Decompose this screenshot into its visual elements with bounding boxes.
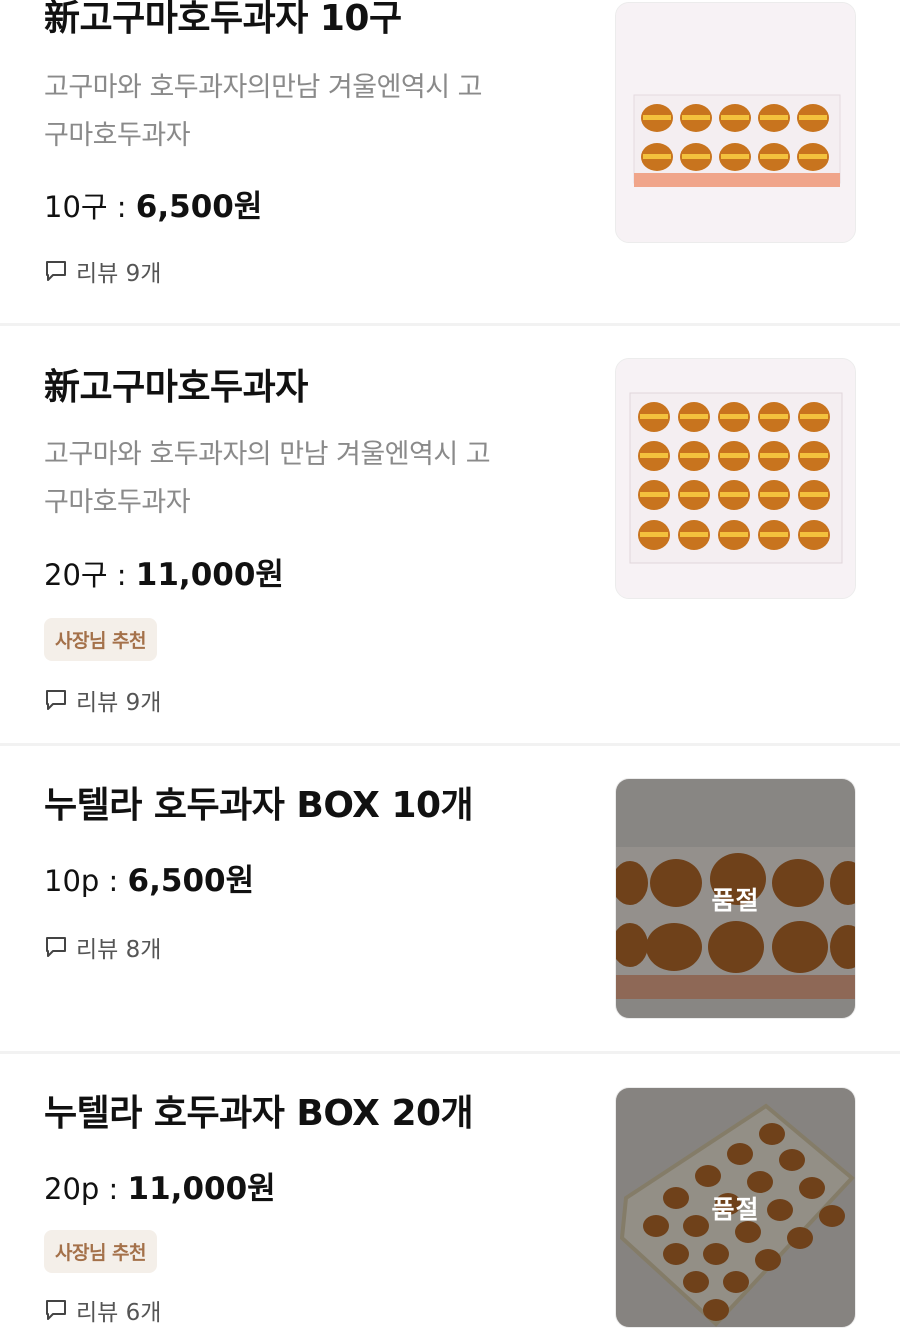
walnut-cake-box-icon [616,3,855,242]
owner-recommend-badge: 사장님 추천 [44,618,158,662]
speech-bubble-icon [44,688,68,712]
menu-item-description: 고구마와 호두과자의만남 겨울엔역시 고구마호두과자 [44,72,483,152]
menu-item-sweet-potato-walnut-20[interactable]: 新고구마호두과자 고구마와 호두과자의 만남 겨울엔역시 고구마호두과자 20구… [0,326,900,746]
sold-out-overlay: 품절 [616,1088,855,1327]
walnut-cake-box-icon [616,359,855,598]
menu-item-nutella-walnut-10[interactable]: 누텔라 호두과자 BOX 10개 10p : 6,500원 리뷰 8개 품절 [0,746,900,1054]
menu-item-name: 누텔라 호두과자 BOX 10개 [44,785,474,826]
review-count[interactable]: 리뷰 8개 [44,930,574,964]
menu-item-info: 누텔라 호두과자 BOX 10개 10p : 6,500원 리뷰 8개 [44,784,574,964]
review-count-label: 리뷰 8개 [76,937,162,964]
price-quantity-label: 10구 : [44,190,136,225]
sold-out-overlay: 품절 [616,779,855,1018]
menu-item-price: 10구 : 6,500원 [44,181,574,226]
menu-item-image[interactable] [615,2,856,243]
price-value: 6,500원 [135,189,263,226]
menu-item-name: 新고구마호두과자 10구 [44,0,402,39]
review-count[interactable]: 리뷰 9개 [44,254,574,288]
sold-out-label: 품절 [711,885,760,915]
review-count-label: 리뷰 9개 [76,261,162,288]
review-count[interactable]: 리뷰 9개 [44,683,574,717]
price-quantity-label: 10p : [44,864,128,899]
menu-item-price: 20구 : 11,000원 [44,549,574,594]
menu-item-name: 누텔라 호두과자 BOX 20개 [44,1093,474,1134]
sold-out-label: 품절 [711,1194,760,1224]
menu-item-nutella-walnut-20[interactable]: 누텔라 호두과자 BOX 20개 20p : 11,000원 사장님 추천 리뷰… [0,1054,900,1334]
speech-bubble-icon [44,259,68,283]
speech-bubble-icon [44,1298,68,1322]
price-quantity-label: 20구 : [44,558,136,593]
price-value: 11,000원 [127,1171,276,1208]
review-count[interactable]: 리뷰 6개 [44,1293,574,1327]
menu-item-sweet-potato-walnut-10[interactable]: 新고구마호두과자 10구 고구마와 호두과자의만남 겨울엔역시 고구마호두과자 … [0,0,900,326]
menu-item-info: 新고구마호두과자 고구마와 호두과자의 만남 겨울엔역시 고구마호두과자 20구… [44,366,574,717]
price-quantity-label: 20p : [44,1172,128,1207]
review-count-label: 리뷰 9개 [76,690,162,717]
menu-item-image[interactable]: 품절 [615,778,856,1019]
menu-item-description: 고구마와 호두과자의 만남 겨울엔역시 고구마호두과자 [44,439,491,519]
menu-item-image[interactable] [615,358,856,599]
review-count-label: 리뷰 6개 [76,1300,162,1327]
menu-item-info: 新고구마호두과자 10구 고구마와 호두과자의만남 겨울엔역시 고구마호두과자 … [44,0,574,288]
price-value: 6,500원 [127,863,255,900]
menu-item-image[interactable]: 품절 [615,1087,856,1328]
price-value: 11,000원 [135,557,284,594]
menu-item-info: 누텔라 호두과자 BOX 20개 20p : 11,000원 사장님 추천 리뷰… [44,1092,574,1327]
menu-item-price: 10p : 6,500원 [44,855,574,900]
speech-bubble-icon [44,935,68,959]
menu-item-price: 20p : 11,000원 [44,1163,574,1208]
menu-item-name: 新고구마호두과자 [44,367,308,408]
owner-recommend-badge: 사장님 추천 [44,1230,158,1274]
menu-list: 新고구마호두과자 10구 고구마와 호두과자의만남 겨울엔역시 고구마호두과자 … [0,0,900,1334]
